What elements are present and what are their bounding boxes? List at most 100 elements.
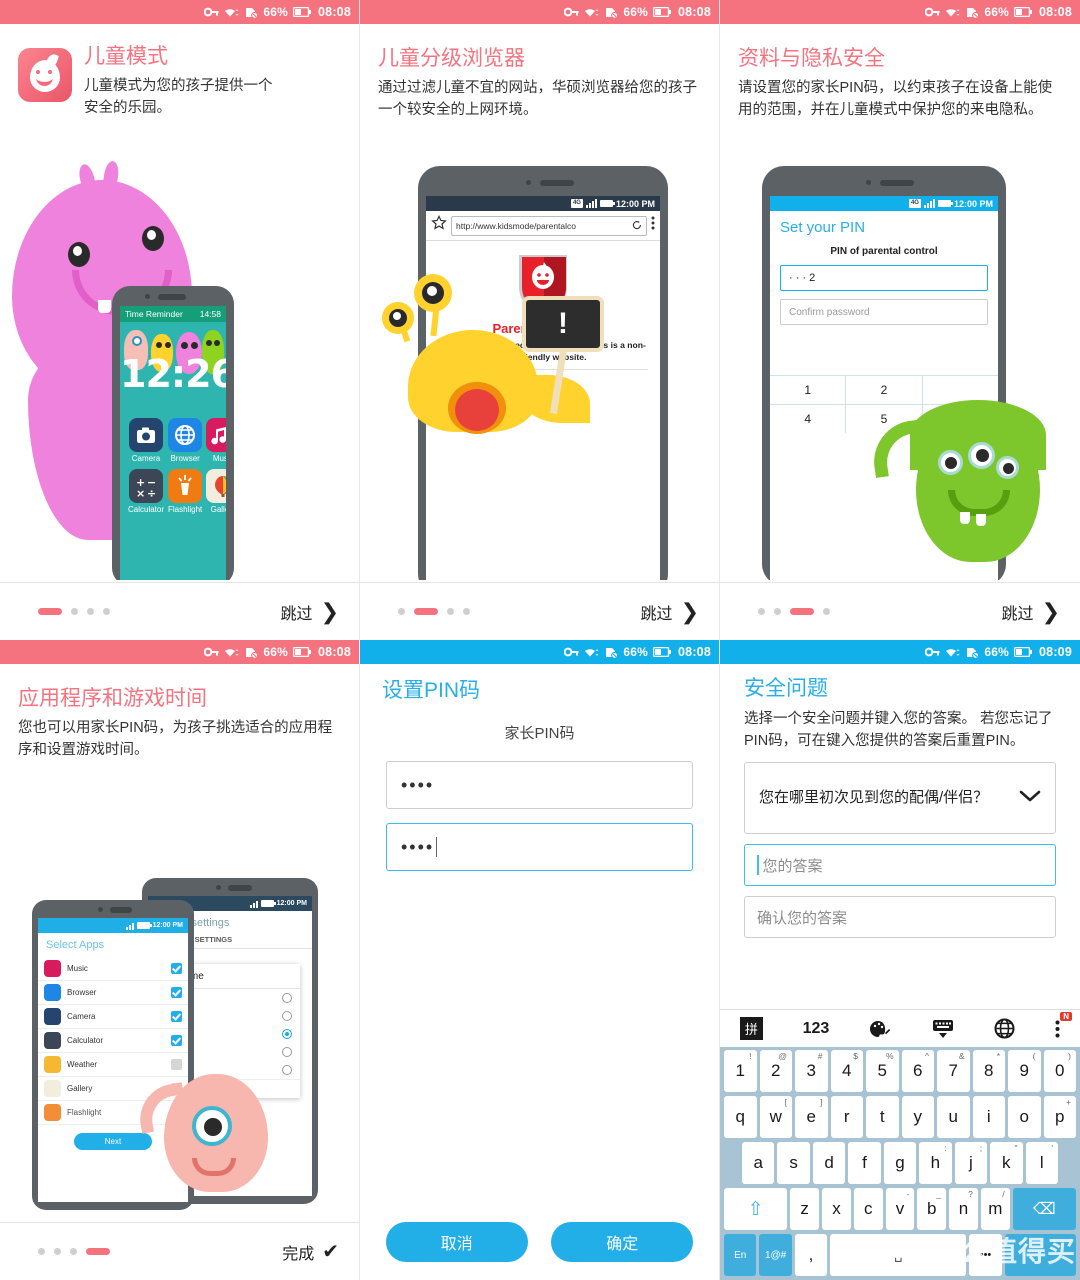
kids-app-calculator[interactable]: + − × ÷ Calculator bbox=[128, 469, 164, 514]
dot-3[interactable] bbox=[790, 608, 814, 615]
answer-input[interactable]: 您的答案 bbox=[744, 844, 1056, 887]
checkbox-music[interactable] bbox=[171, 963, 182, 974]
key-x[interactable]: x bbox=[822, 1188, 851, 1230]
key-s[interactable]: s bbox=[777, 1142, 810, 1184]
kids-app-gallery[interactable]: Gallery bbox=[206, 469, 226, 514]
dot-1[interactable] bbox=[398, 608, 405, 615]
skip-button[interactable]: 跳过 ❯ bbox=[281, 600, 339, 624]
key-o[interactable]: o bbox=[1008, 1096, 1041, 1138]
dot-4[interactable] bbox=[463, 608, 470, 615]
radio-custom-time[interactable] bbox=[282, 1065, 292, 1075]
next-button[interactable]: Next bbox=[74, 1133, 152, 1150]
list-item[interactable]: Browser bbox=[38, 981, 188, 1005]
dot-2[interactable] bbox=[71, 608, 78, 615]
dot-4[interactable] bbox=[86, 1248, 110, 1255]
kids-app-music[interactable]: Music bbox=[206, 418, 226, 463]
symbol-key[interactable]: 1@# bbox=[759, 1234, 792, 1276]
shift-key[interactable]: ⇧ bbox=[724, 1188, 788, 1230]
checkbox-calculator[interactable] bbox=[171, 1035, 182, 1046]
key-y[interactable]: y bbox=[901, 1096, 934, 1138]
key-e[interactable]: ] e bbox=[795, 1096, 828, 1138]
key-h[interactable]: :h bbox=[919, 1142, 952, 1184]
language-key[interactable]: En bbox=[724, 1234, 757, 1276]
pin-input[interactable]: · · · 2 bbox=[780, 265, 988, 291]
kids-app-browser[interactable]: Browser bbox=[168, 418, 203, 463]
radio-no-limit[interactable] bbox=[282, 993, 292, 1003]
done-button[interactable]: 完成 ✔ bbox=[282, 1240, 339, 1264]
key-a[interactable]: a bbox=[742, 1142, 775, 1184]
key-m[interactable]: / m bbox=[980, 1188, 1010, 1230]
key-7[interactable]: & 7 bbox=[937, 1050, 970, 1092]
list-item[interactable]: Weather bbox=[38, 1053, 188, 1077]
key-3[interactable]: #3 bbox=[795, 1050, 828, 1092]
skip-button[interactable]: 跳过 ❯ bbox=[1002, 600, 1060, 624]
cancel-button[interactable]: 取消 bbox=[385, 1222, 528, 1262]
dot-3[interactable] bbox=[447, 608, 454, 615]
key-i[interactable]: i bbox=[972, 1096, 1005, 1138]
key-w[interactable]: [w bbox=[759, 1096, 792, 1138]
checkbox-weather[interactable] bbox=[171, 1059, 182, 1070]
space-key[interactable]: ␣ bbox=[830, 1234, 967, 1276]
dot-3[interactable] bbox=[87, 608, 94, 615]
key-u[interactable]: u bbox=[937, 1096, 970, 1138]
key-9[interactable]: (9 bbox=[1008, 1050, 1041, 1092]
pin-input-2[interactable]: •••• bbox=[386, 823, 693, 872]
radio-15-minutes[interactable] bbox=[282, 1011, 292, 1021]
confirm-password-input[interactable]: Confirm password bbox=[780, 299, 988, 325]
confirm-answer-input[interactable]: 确认您的答案 bbox=[744, 896, 1056, 939]
checkbox-camera[interactable] bbox=[171, 1011, 182, 1022]
kids-app-flashlight[interactable]: Flashlight bbox=[168, 469, 202, 514]
hide-keyboard-icon[interactable] bbox=[931, 1019, 955, 1039]
reload-icon[interactable] bbox=[632, 220, 642, 232]
key-t[interactable]: t bbox=[866, 1096, 899, 1138]
pin-input-1[interactable]: •••• bbox=[386, 761, 693, 810]
key-r[interactable]: r bbox=[830, 1096, 863, 1138]
pinyin-mode-button[interactable]: 拼 bbox=[739, 1017, 763, 1040]
dot-1[interactable] bbox=[38, 1248, 45, 1255]
dot-1[interactable] bbox=[38, 608, 62, 615]
key-l[interactable]: ' l bbox=[1025, 1142, 1058, 1184]
key-5[interactable]: % 5 bbox=[866, 1050, 899, 1092]
dot-2[interactable] bbox=[774, 608, 781, 615]
key-n[interactable]: ? n bbox=[949, 1188, 978, 1230]
globe-icon[interactable] bbox=[994, 1018, 1015, 1039]
dot-1[interactable] bbox=[758, 608, 765, 615]
enter-key[interactable] bbox=[1004, 1234, 1076, 1276]
key-4[interactable]: $4 bbox=[830, 1050, 863, 1092]
key-q[interactable]: q bbox=[724, 1096, 757, 1138]
period-key[interactable]: ••• bbox=[969, 1234, 1002, 1276]
dot-4[interactable] bbox=[823, 608, 830, 615]
dot-3[interactable] bbox=[70, 1248, 77, 1255]
key-b[interactable]: _ b bbox=[917, 1188, 947, 1230]
list-item[interactable]: Music bbox=[38, 957, 188, 981]
skip-button[interactable]: 跳过 ❯ bbox=[641, 600, 699, 624]
key-2[interactable]: @2 bbox=[759, 1050, 792, 1092]
list-item[interactable]: Calculator bbox=[38, 1029, 188, 1053]
list-item[interactable]: Camera bbox=[38, 1005, 188, 1029]
dot-2[interactable] bbox=[54, 1248, 61, 1255]
radio-30-minutes[interactable] bbox=[282, 1029, 292, 1039]
number-mode-button[interactable]: 123 bbox=[803, 1020, 830, 1038]
ok-button[interactable]: 确定 bbox=[551, 1222, 694, 1262]
key-8[interactable]: * 8 bbox=[972, 1050, 1005, 1092]
radio-45-minutes[interactable] bbox=[282, 1047, 292, 1057]
key-j[interactable]: ; j bbox=[954, 1142, 988, 1184]
pagination-dots[interactable] bbox=[38, 608, 110, 615]
key-p[interactable]: + p bbox=[1043, 1096, 1076, 1138]
pagination-dots[interactable] bbox=[758, 608, 830, 615]
key-k[interactable]: " k bbox=[990, 1142, 1023, 1184]
key-2[interactable]: 2 bbox=[846, 376, 922, 404]
comma-key[interactable]: , bbox=[794, 1234, 828, 1276]
overflow-icon[interactable] bbox=[651, 216, 655, 235]
overflow-icon[interactable] bbox=[1055, 1020, 1060, 1038]
key-6[interactable]: ^ 6 bbox=[901, 1050, 934, 1092]
key-1[interactable]: 1 bbox=[770, 376, 846, 404]
key-d[interactable]: d bbox=[812, 1142, 846, 1184]
key-c[interactable]: c bbox=[853, 1188, 883, 1230]
palette-icon[interactable] bbox=[869, 1019, 891, 1039]
security-question-select[interactable]: 您在哪里初次见到您的配偶/伴侣？ bbox=[744, 762, 1056, 835]
chevron-down-icon[interactable] bbox=[1019, 789, 1041, 808]
key-0[interactable]: ) 0 bbox=[1043, 1050, 1076, 1092]
checkbox-browser[interactable] bbox=[171, 987, 182, 998]
key-z[interactable]: z bbox=[790, 1188, 820, 1230]
